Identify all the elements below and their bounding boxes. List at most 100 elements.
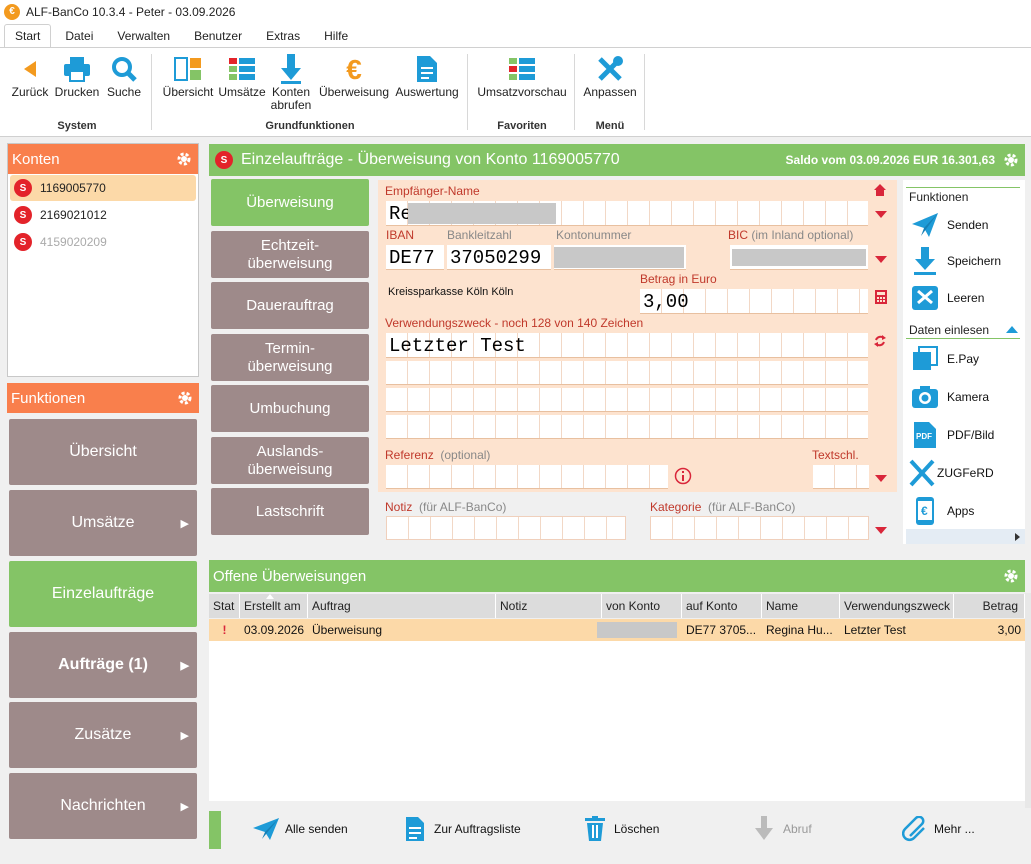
collapse-icon[interactable]	[1006, 326, 1018, 333]
drucken-button[interactable]: Drucken	[54, 52, 100, 99]
konto-item[interactable]: S 4159020209	[10, 229, 196, 255]
gear-icon[interactable]	[177, 390, 193, 406]
empfaenger-field[interactable]: Re	[386, 201, 868, 226]
senden-button[interactable]: Senden	[909, 209, 988, 241]
bic-label: BIC (im Inland optional)	[728, 228, 854, 242]
title-bar: € ALF-BanCo 10.3.4 - Peter - 03.09.2026	[0, 0, 1031, 23]
konto-item[interactable]: S 2169021012	[10, 202, 196, 228]
tab-verwalten[interactable]: Verwalten	[107, 25, 180, 47]
textschl-field[interactable]	[813, 465, 869, 489]
tab-start[interactable]: Start	[4, 24, 52, 47]
scrollbar[interactable]	[1025, 593, 1031, 808]
gear-icon[interactable]	[176, 151, 192, 167]
type-echtzeit[interactable]: Echtzeit-überweisung	[211, 231, 369, 278]
bic-field[interactable]	[730, 245, 868, 270]
dropdown-icon[interactable]	[875, 256, 887, 263]
gear-icon[interactable]	[1003, 152, 1019, 168]
kontonummer-field[interactable]	[554, 245, 686, 270]
sparkasse-icon: S	[215, 151, 233, 169]
nav-einzelauftraege[interactable]: Einzelaufträge	[9, 561, 197, 627]
tab-datei[interactable]: Datei	[55, 25, 103, 47]
col-betrag[interactable]: Betrag	[954, 594, 1025, 618]
type-ueberweisung[interactable]: Überweisung	[211, 179, 369, 226]
zugferd-button[interactable]: ZUGFeRD	[909, 457, 994, 489]
mehr-button[interactable]: Mehr ...	[900, 815, 975, 843]
col-zweck[interactable]: Verwendungszweck	[840, 594, 954, 618]
notiz-field[interactable]	[386, 516, 626, 540]
suche-button[interactable]: Suche	[104, 52, 144, 99]
epay-button[interactable]: E.Pay	[909, 343, 979, 375]
bottom-accent	[209, 811, 221, 849]
type-umbuchung[interactable]: Umbuchung	[211, 385, 369, 432]
umsaetze-button[interactable]: Umsätze	[218, 52, 266, 99]
dropdown-icon[interactable]	[875, 475, 887, 482]
tab-benutzer[interactable]: Benutzer	[184, 25, 252, 47]
apps-button[interactable]: € Apps	[909, 495, 974, 527]
paperclip-icon	[900, 815, 930, 843]
type-auslands[interactable]: Auslands-überweisung	[211, 437, 369, 484]
loeschen-button[interactable]: Löschen	[580, 815, 659, 843]
col-auf-konto[interactable]: auf Konto	[682, 594, 762, 618]
zur-auftragsliste-button[interactable]: Zur Auftragsliste	[400, 815, 521, 843]
download-icon	[749, 815, 779, 843]
tab-extras[interactable]: Extras	[256, 25, 310, 47]
alle-senden-button[interactable]: Alle senden	[251, 815, 348, 843]
kamera-button[interactable]: Kamera	[909, 381, 989, 413]
nav-auftraege[interactable]: Aufträge (1) ▶	[9, 632, 197, 698]
type-dauerauftrag[interactable]: Dauerauftrag	[211, 282, 369, 329]
abruf-button[interactable]: Abruf	[749, 815, 812, 843]
kategorie-field[interactable]	[650, 516, 869, 540]
tools-icon	[593, 52, 627, 86]
table-row[interactable]: ! 03.09.2026 Überweisung DE77 3705... Re…	[209, 619, 1025, 641]
col-von-konto[interactable]: von Konto	[602, 594, 682, 618]
zweck-line-3[interactable]	[386, 388, 868, 412]
repeat-icon[interactable]	[873, 334, 887, 348]
nav-uebersicht[interactable]: Übersicht	[9, 419, 197, 485]
col-auftrag[interactable]: Auftrag	[308, 594, 496, 618]
uebersicht-button[interactable]: Übersicht	[162, 52, 214, 99]
zweck-line-2[interactable]	[386, 361, 868, 385]
calculator-icon[interactable]	[875, 290, 887, 304]
anpassen-button[interactable]: Anpassen	[582, 52, 638, 99]
referenz-field[interactable]	[386, 465, 668, 489]
download-icon	[274, 52, 308, 86]
col-name[interactable]: Name	[762, 594, 840, 618]
leeren-button[interactable]: Leeren	[909, 282, 984, 314]
col-erstellt[interactable]: Erstellt am	[240, 594, 308, 618]
info-icon[interactable]	[674, 467, 692, 485]
speichern-button[interactable]: Speichern	[909, 245, 1001, 277]
tab-hilfe[interactable]: Hilfe	[314, 25, 358, 47]
konten-header: Konten	[8, 144, 198, 174]
blz-field[interactable]: 37050299	[447, 245, 551, 270]
zweck-line-1[interactable]: Letzter Test	[386, 333, 868, 358]
zurueck-button[interactable]: Zurück	[10, 52, 50, 99]
col-notiz[interactable]: Notiz	[496, 594, 602, 618]
gear-icon[interactable]	[1003, 568, 1019, 584]
umsatzvorschau-button[interactable]: Umsatzvorschau	[476, 52, 568, 99]
konten-abrufen-button[interactable]: Konten abrufen	[268, 52, 314, 112]
scroll-right-icon[interactable]	[1015, 533, 1020, 541]
dropdown-icon[interactable]	[875, 527, 887, 534]
kontonummer-label: Kontonummer	[556, 228, 632, 242]
pdf-bild-button[interactable]: PDF PDF/Bild	[909, 419, 994, 451]
scroll-strip[interactable]	[906, 529, 1025, 544]
daten-title: Daten einlesen	[909, 323, 990, 337]
home-icon[interactable]	[873, 183, 887, 197]
svg-text:€: €	[921, 504, 928, 518]
offene-header: Offene Überweisungen	[209, 560, 1025, 592]
type-termin[interactable]: Termin-überweisung	[211, 334, 369, 381]
betrag-field[interactable]: 3,00	[640, 289, 868, 314]
dropdown-icon[interactable]	[875, 211, 887, 218]
type-lastschrift[interactable]: Lastschrift	[211, 488, 369, 535]
group-grundfunktionen: Grundfunktionen	[265, 120, 355, 132]
nav-zusaetze[interactable]: Zusätze ▶	[9, 702, 197, 768]
auswertung-button[interactable]: Auswertung	[393, 52, 461, 99]
col-stat[interactable]: Stat	[209, 594, 240, 618]
nav-nachrichten[interactable]: Nachrichten ▶	[9, 773, 197, 839]
zweck-line-4[interactable]	[386, 415, 868, 439]
iban-country-field[interactable]: DE77	[386, 245, 444, 270]
konto-item[interactable]: S 1169005770	[10, 175, 196, 201]
nav-umsaetze[interactable]: Umsätze ▶	[9, 490, 197, 556]
ueberweisung-button[interactable]: € Überweisung	[318, 52, 390, 99]
redacted-block	[408, 203, 556, 224]
